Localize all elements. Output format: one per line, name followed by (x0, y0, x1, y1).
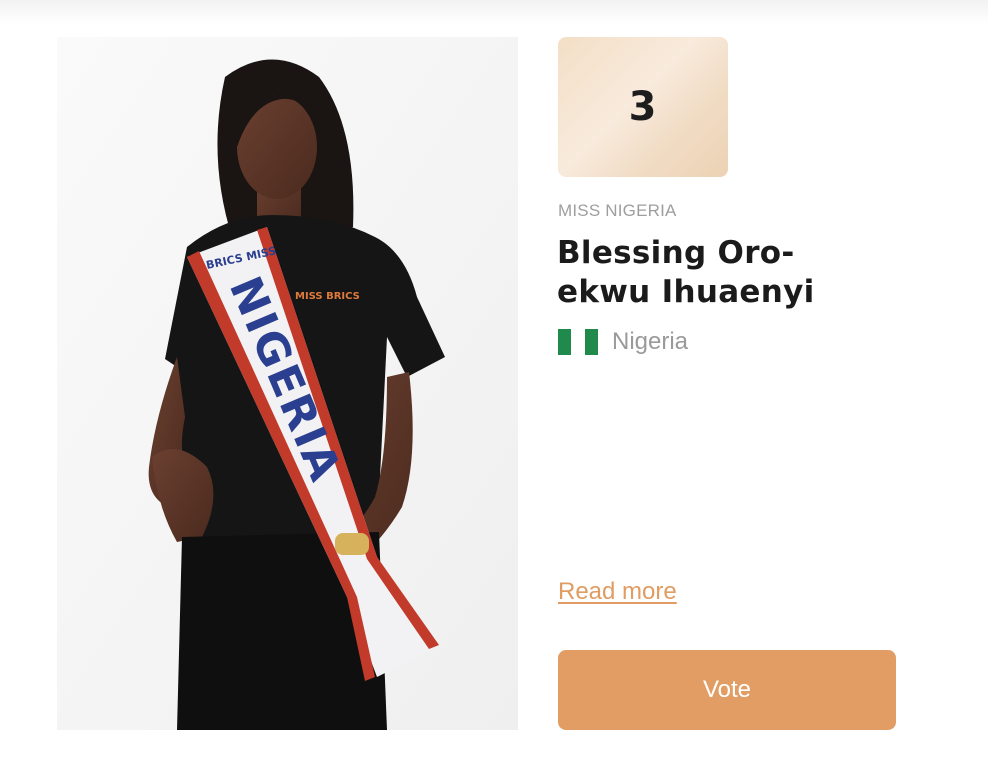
shirt-logo: MISS BRICS (295, 291, 360, 302)
read-more-link[interactable]: Read more (558, 578, 677, 606)
contestant-title: MISS NIGERIA (558, 201, 677, 220)
contestant-photo: NIGERIA BRICS MISS MISS BRICS (57, 37, 518, 730)
contestant-name: Blessing Oro-ekwu Ihuaenyi (557, 235, 815, 310)
vote-button[interactable]: Vote (558, 650, 896, 730)
rank-card: 3 (558, 37, 728, 177)
header-shadow (0, 0, 988, 24)
rank-number: 3 (628, 84, 658, 130)
nigeria-flag-icon (558, 329, 598, 355)
country-name: Nigeria (612, 328, 689, 355)
country-row: Nigeria (558, 328, 688, 356)
